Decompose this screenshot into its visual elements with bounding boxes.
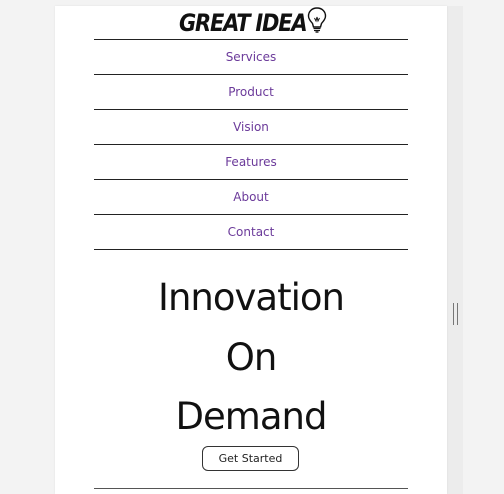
nav-item-services[interactable]: Services xyxy=(94,40,408,75)
hero-heading-line-3: Demand xyxy=(175,395,328,438)
window-gutter xyxy=(447,6,463,494)
logo[interactable]: GREAT IDEA xyxy=(179,6,327,38)
resize-handle[interactable] xyxy=(453,303,458,325)
nav-item-about[interactable]: About xyxy=(94,180,408,215)
main-nav: Services Product Vision Features About C… xyxy=(94,39,408,250)
nav-item-contact[interactable]: Contact xyxy=(94,215,408,250)
hero-heading-line-1: Innovation xyxy=(158,276,345,319)
lightbulb-icon xyxy=(307,6,327,38)
page: GREAT IDEA Services Product Vision Featu… xyxy=(55,6,447,494)
divider xyxy=(94,488,408,489)
nav-item-vision[interactable]: Vision xyxy=(94,110,408,145)
hero-heading-line-2: On xyxy=(225,336,278,379)
logo-text: GREAT IDEA xyxy=(179,9,308,37)
nav-item-features[interactable]: Features xyxy=(94,145,408,180)
get-started-button[interactable]: Get Started xyxy=(202,446,299,471)
nav-item-product[interactable]: Product xyxy=(94,75,408,110)
